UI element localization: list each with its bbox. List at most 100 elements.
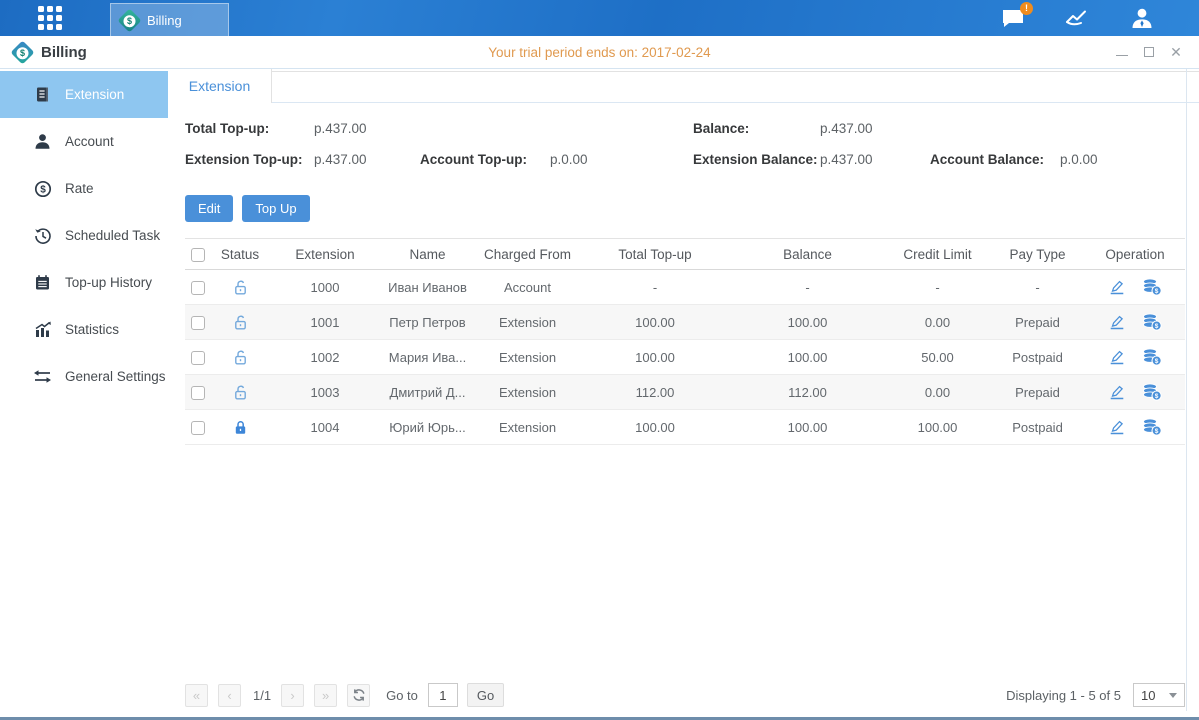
cell-extension: 1004: [270, 420, 380, 435]
unlock-icon[interactable]: [232, 349, 249, 366]
cell-credit-limit: 0.00: [885, 385, 990, 400]
cell-extension: 1000: [270, 280, 380, 295]
column-header-charged-from: Charged From: [475, 247, 580, 262]
minimize-icon[interactable]: [1115, 45, 1129, 59]
topup-coins-icon[interactable]: $: [1142, 313, 1162, 331]
topup-coins-icon[interactable]: $: [1142, 383, 1162, 401]
row-checkbox[interactable]: [191, 421, 205, 435]
table-row: 1001Петр ПетровExtension100.00100.000.00…: [185, 305, 1185, 340]
first-page-button[interactable]: «: [185, 684, 208, 707]
messages-icon[interactable]: !: [1001, 8, 1025, 28]
maximize-icon[interactable]: [1142, 45, 1156, 59]
sidebar-item-account[interactable]: Account: [0, 118, 168, 165]
topup-history-icon: [33, 274, 52, 291]
topup-coins-icon[interactable]: $: [1142, 278, 1162, 296]
goto-label: Go to: [386, 688, 418, 703]
cell-pay-type: Prepaid: [990, 385, 1085, 400]
edit-pencil-icon[interactable]: [1108, 278, 1126, 296]
tab-strip: Extension: [168, 69, 1199, 103]
cell-pay-type: Postpaid: [990, 350, 1085, 365]
table-row: 1000Иван ИвановAccount----$: [185, 270, 1185, 305]
last-page-button[interactable]: »: [314, 684, 337, 707]
edit-pencil-icon[interactable]: [1108, 418, 1126, 436]
column-header-balance: Balance: [730, 247, 885, 262]
cell-total-topup: 112.00: [580, 385, 730, 400]
cell-credit-limit: -: [885, 280, 990, 295]
cell-charged-from: Extension: [475, 315, 580, 330]
unlock-icon[interactable]: [232, 314, 249, 331]
cell-name: Юрий Юрь...: [380, 420, 475, 435]
statistics-chart-icon[interactable]: [1065, 8, 1091, 28]
topup-coins-icon[interactable]: $: [1142, 348, 1162, 366]
sidebar-item-scheduled-task[interactable]: Scheduled Task: [0, 212, 168, 259]
sidebar-item-label: Extension: [65, 87, 124, 102]
edit-button[interactable]: Edit: [185, 195, 233, 222]
cell-extension: 1002: [270, 350, 380, 365]
row-checkbox[interactable]: [191, 316, 205, 330]
sidebar: Extension Account$Rate Scheduled Task Top-u…: [0, 69, 168, 717]
column-header-extension: Extension: [270, 247, 380, 262]
svg-text:$: $: [1155, 358, 1159, 365]
unlock-icon[interactable]: [232, 279, 249, 296]
rate-icon: $: [33, 180, 52, 198]
table-row: 1003Дмитрий Д...Extension112.00112.000.0…: [185, 375, 1185, 410]
cell-total-topup: 100.00: [580, 350, 730, 365]
column-header-credit-limit: Credit Limit: [885, 247, 990, 262]
billing-app-icon: $: [117, 8, 141, 32]
account-balance-value: p.0.00: [1060, 152, 1098, 167]
cell-total-topup: 100.00: [580, 420, 730, 435]
tab-extension[interactable]: Extension: [168, 69, 272, 103]
svg-text:$: $: [40, 184, 46, 195]
close-icon[interactable]: ✕: [1169, 45, 1183, 59]
column-header-status: Status: [210, 247, 270, 262]
top-up-button[interactable]: Top Up: [242, 195, 309, 222]
taskbar-billing-tab[interactable]: $ Billing: [110, 3, 229, 36]
cell-extension: 1003: [270, 385, 380, 400]
total-topup-value: p.437.00: [314, 121, 367, 136]
sidebar-item-extension[interactable]: Extension: [0, 71, 168, 118]
page-size-select[interactable]: 10: [1133, 683, 1185, 707]
next-page-button[interactable]: ›: [281, 684, 304, 707]
refresh-icon[interactable]: [347, 684, 370, 707]
cell-balance: -: [730, 280, 885, 295]
row-checkbox[interactable]: [191, 281, 205, 295]
pagination-bar: « ‹ 1/1 › » Go to Go Displaying 1 - 5 of…: [185, 677, 1185, 717]
apps-grid-icon[interactable]: [38, 6, 68, 30]
edit-pencil-icon[interactable]: [1108, 313, 1126, 331]
displaying-text: Displaying 1 - 5 of 5: [1006, 688, 1121, 703]
sidebar-item-general-settings[interactable]: General Settings: [0, 353, 168, 400]
svg-text:$: $: [1155, 288, 1159, 295]
total-topup-label: Total Top-up:: [185, 121, 269, 136]
goto-page-input[interactable]: [428, 683, 458, 707]
operation-cell: $: [1085, 383, 1185, 401]
svg-text:$: $: [1155, 323, 1159, 330]
row-checkbox[interactable]: [191, 351, 205, 365]
sidebar-item-label: Top-up History: [65, 275, 152, 290]
edit-pencil-icon[interactable]: [1108, 383, 1126, 401]
trial-notice: Your trial period ends on: 2017-02-24: [0, 45, 1199, 60]
sidebar-item-statistics[interactable]: Statistics: [0, 306, 168, 353]
sidebar-item-top-up-history[interactable]: Top-up History: [0, 259, 168, 306]
cell-charged-from: Extension: [475, 350, 580, 365]
extension-topup-value: p.437.00: [314, 152, 367, 167]
cell-name: Дмитрий Д...: [380, 385, 475, 400]
cell-balance: 100.00: [730, 420, 885, 435]
go-button[interactable]: Go: [467, 683, 504, 707]
cell-charged-from: Extension: [475, 420, 580, 435]
lock-icon[interactable]: [232, 419, 249, 436]
sidebar-item-rate[interactable]: $Rate: [0, 165, 168, 212]
svg-text:$: $: [1155, 393, 1159, 400]
edit-pencil-icon[interactable]: [1108, 348, 1126, 366]
account-icon: [33, 133, 52, 150]
general-settings-icon: [33, 369, 52, 384]
row-checkbox[interactable]: [191, 386, 205, 400]
svg-text:$: $: [1155, 428, 1159, 435]
prev-page-button[interactable]: ‹: [218, 684, 241, 707]
sidebar-item-label: Scheduled Task: [65, 228, 160, 243]
user-account-icon[interactable]: [1131, 8, 1153, 29]
select-all-checkbox[interactable]: [191, 248, 205, 262]
chevron-down-icon: [1169, 693, 1177, 698]
topup-coins-icon[interactable]: $: [1142, 418, 1162, 436]
table-row: 1004Юрий Юрь...Extension100.00100.00100.…: [185, 410, 1185, 445]
unlock-icon[interactable]: [232, 384, 249, 401]
